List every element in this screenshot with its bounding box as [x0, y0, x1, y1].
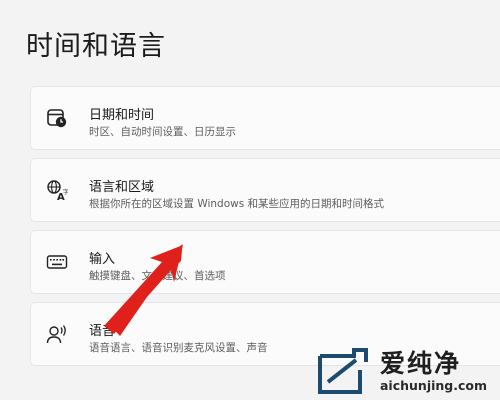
keyboard-icon: [45, 250, 69, 274]
language-icon: A 字: [45, 178, 69, 202]
watermark-logo-icon: [318, 348, 368, 394]
watermark: 爱纯净 aichunjing.com: [310, 342, 500, 400]
item-title: 输入: [89, 252, 116, 267]
calendar-clock-icon: [45, 106, 69, 130]
settings-item-language-region[interactable]: A 字 语言和区域 根据你所在的区域设置 Windows 和某些应用的日期和时间…: [30, 158, 500, 222]
settings-item-date-time[interactable]: 日期和时间 时区、自动时间设置、日历显示: [30, 86, 500, 150]
item-subtitle: 语音语言、语音识别麦克风设置、声音: [89, 342, 268, 354]
speech-icon: [45, 322, 69, 346]
item-subtitle: 触摸键盘、文本建议、首选项: [89, 270, 226, 282]
item-subtitle: 根据你所在的区域设置 Windows 和某些应用的日期和时间格式: [89, 198, 385, 210]
settings-item-input[interactable]: 输入 触摸键盘、文本建议、首选项: [30, 230, 500, 294]
page-title: 时间和语言: [26, 31, 166, 62]
item-title: 日期和时间: [89, 108, 155, 123]
item-title: 语言和区域: [89, 180, 155, 195]
watermark-url: aichunjing.com: [380, 378, 488, 393]
item-subtitle: 时区、自动时间设置、日历显示: [89, 126, 236, 138]
svg-text:字: 字: [63, 188, 68, 196]
item-title: 语音: [89, 324, 116, 339]
watermark-name: 爱纯净: [380, 349, 462, 378]
